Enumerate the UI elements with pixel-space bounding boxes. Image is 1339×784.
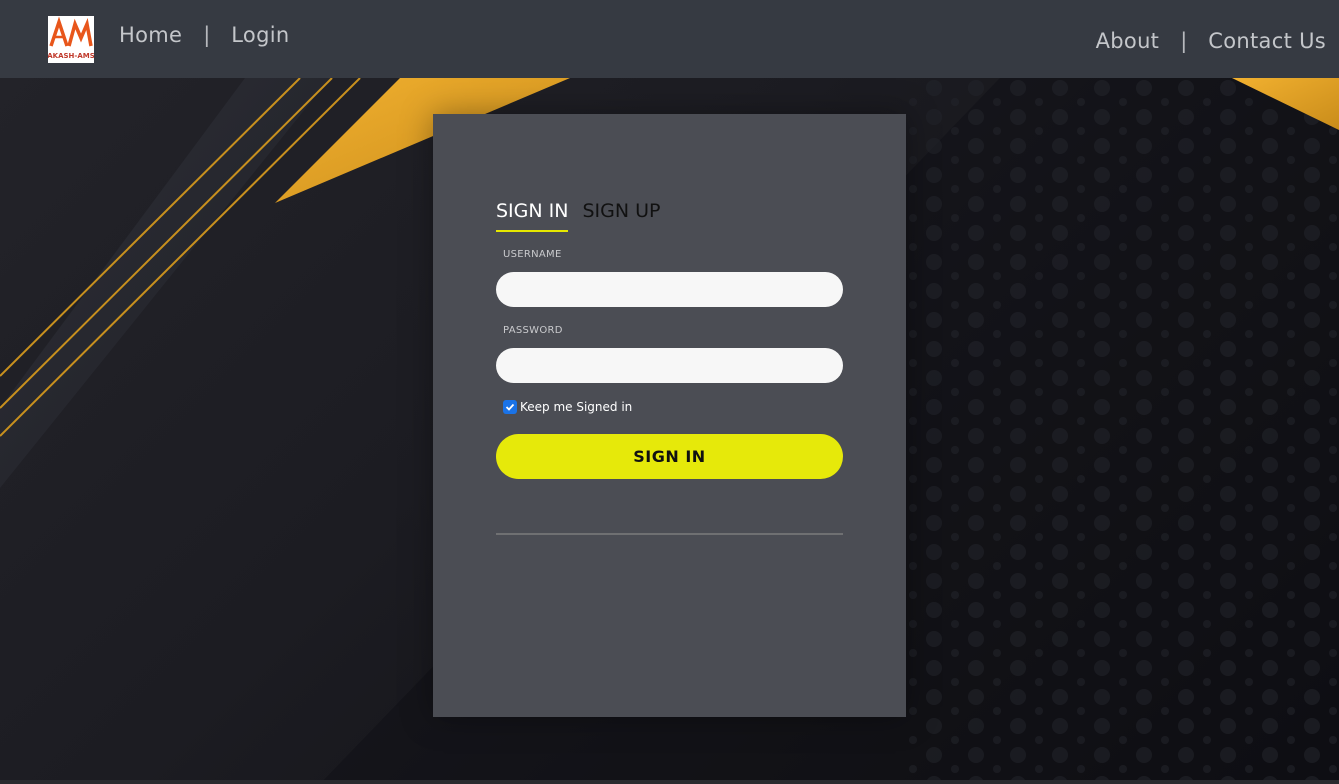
username-input[interactable] [496, 272, 843, 307]
username-label: USERNAME [503, 249, 562, 260]
card-divider [496, 533, 843, 535]
remember-checkbox[interactable] [503, 400, 517, 414]
svg-text:AKASH-AMS: AKASH-AMS [48, 52, 94, 60]
remember-me: Keep me Signed in [503, 400, 632, 414]
nav-contact-link[interactable]: Contact Us [1208, 29, 1326, 53]
bottom-edge [0, 780, 1339, 784]
nav-separator: | [1180, 29, 1188, 53]
remember-label[interactable]: Keep me Signed in [520, 400, 632, 414]
checkmark-icon [505, 403, 515, 411]
top-navbar: AKASH-AMS Home | Login About | Contact U… [0, 0, 1339, 78]
login-card: SIGN IN SIGN UP USERNAME PASSWORD Keep m… [433, 114, 906, 717]
password-input[interactable] [496, 348, 843, 383]
password-label: PASSWORD [503, 325, 563, 336]
sign-in-button[interactable]: SIGN IN [496, 434, 843, 479]
nav-separator: | [203, 23, 211, 47]
tab-sign-up[interactable]: SIGN UP [582, 200, 660, 232]
nav-left: Home | Login [119, 20, 289, 50]
nav-login-link[interactable]: Login [231, 23, 289, 47]
tab-sign-in[interactable]: SIGN IN [496, 200, 569, 232]
auth-tabs: SIGN IN SIGN UP [496, 200, 660, 232]
nav-right: About | Contact Us [1096, 26, 1326, 56]
logo-mark-icon: AKASH-AMS [48, 16, 94, 60]
nav-home-link[interactable]: Home [119, 23, 182, 47]
brand-logo[interactable]: AKASH-AMS [48, 16, 94, 63]
nav-about-link[interactable]: About [1096, 29, 1160, 53]
